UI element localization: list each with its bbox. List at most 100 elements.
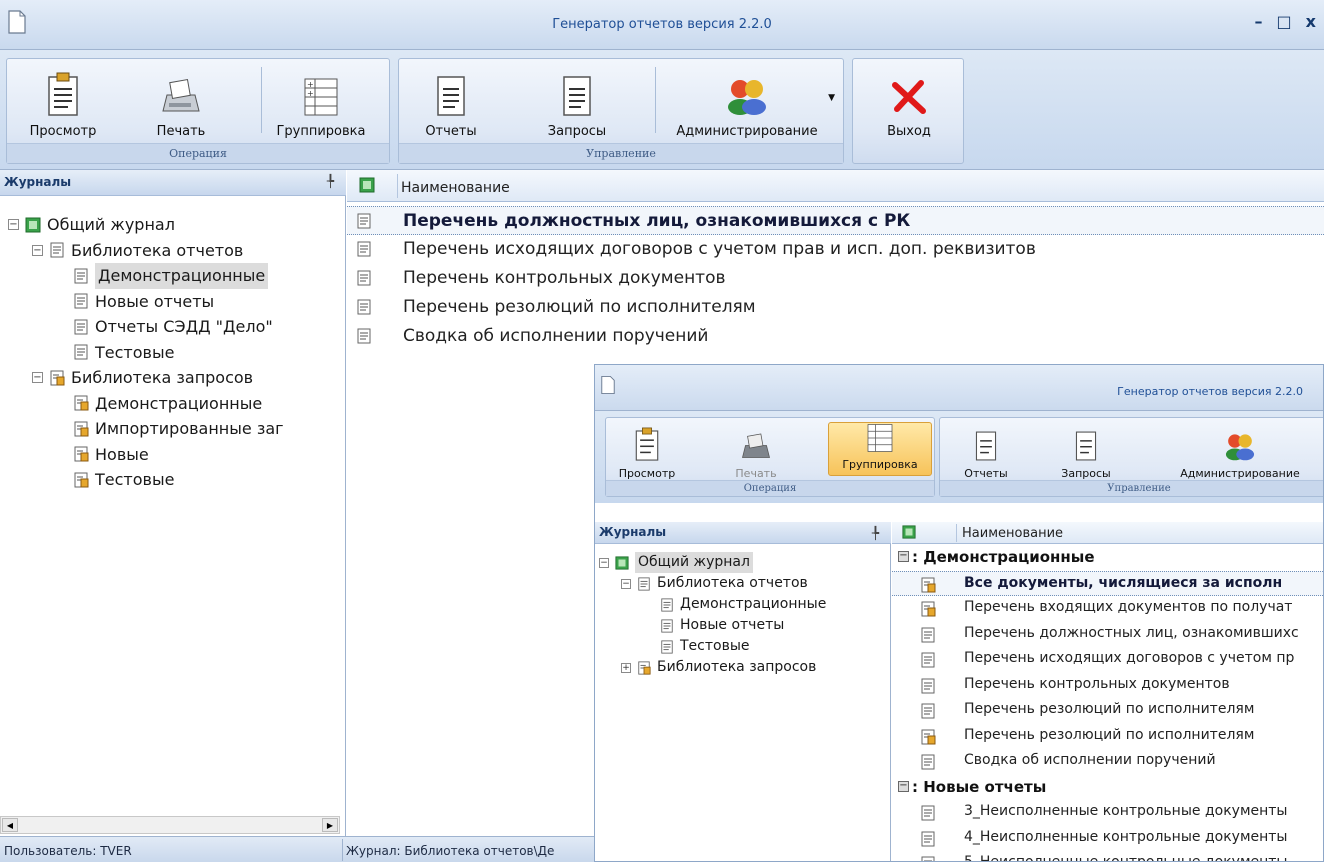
group-row[interactable]: −: Новые отчеты	[892, 775, 1323, 801]
exit-button[interactable]: Выход	[877, 73, 941, 139]
tree-expander-icon[interactable]: −	[8, 219, 19, 231]
preview-icon	[48, 72, 78, 116]
tree-expander-icon[interactable]: −	[32, 372, 43, 384]
report-icon	[921, 805, 935, 821]
journal-icon	[615, 555, 629, 570]
tree-node-label: Демонстрационные	[95, 393, 263, 413]
tree-node-label: Импортированные заг	[95, 419, 284, 438]
report-list: Перечень должностных лиц, ознакомившихся…	[347, 206, 1324, 351]
grouping-button[interactable]: + + Группировка	[265, 67, 377, 139]
nested-name-column-header[interactable]: Наименование	[962, 526, 1063, 541]
maximize-button[interactable]: □	[1277, 12, 1292, 31]
minimize-button[interactable]: –	[1255, 12, 1263, 31]
list-item[interactable]: Все документы, числящиеся за исполн	[892, 570, 1323, 596]
dropdown-arrow-icon[interactable]: ▼	[828, 93, 835, 103]
printer-icon	[162, 78, 200, 112]
nested-journals-pane: Журналы ╄ − Общий журнал − Библиотека отчет…	[595, 522, 891, 861]
list-item[interactable]: Перечень контрольных документов	[347, 264, 1324, 293]
tree-node[interactable]: Импортированные заг	[0, 416, 284, 442]
horizontal-scrollbar[interactable]: ◀ ▶	[0, 816, 340, 834]
list-item[interactable]: Перечень резолюций по исполнителям	[347, 293, 1324, 322]
scroll-left-arrow-icon[interactable]: ◀	[2, 818, 18, 832]
nested-print-button[interactable]: Печать	[728, 424, 784, 480]
list-item-label: Сводка об исполнении поручений	[964, 752, 1216, 768]
report-icon	[50, 242, 64, 258]
tree-node-label: Демонстрационные	[95, 263, 269, 289]
tree-node[interactable]: Демонстрационные	[599, 594, 826, 615]
exit-button-label: Выход	[887, 124, 931, 139]
list-item[interactable]: Перечень резолюций по исполнителям	[892, 698, 1323, 724]
nested-reports-button[interactable]: Отчеты	[958, 424, 1014, 480]
nested-queries-button[interactable]: Запросы	[1058, 424, 1114, 480]
tree-node[interactable]: Тестовые	[599, 636, 826, 657]
tree-node[interactable]: Новые	[0, 442, 284, 468]
administration-button[interactable]: Администрирование ▼	[663, 67, 835, 139]
list-header: Наименование	[347, 170, 1324, 202]
list-item[interactable]: 5_Неисполненные контрольные документы	[892, 851, 1323, 861]
tree-node[interactable]: Тестовые	[0, 340, 284, 366]
list-item-label: Все документы, числящиеся за исполн	[964, 574, 1283, 591]
queries-button[interactable]: Запросы	[545, 67, 609, 139]
collapse-group-icon[interactable]: −	[898, 780, 909, 792]
print-button[interactable]: Печать	[151, 67, 211, 139]
pin-icon[interactable]: ╄	[327, 174, 334, 188]
list-item[interactable]: Сводка об исполнении поручений	[347, 322, 1324, 351]
tree-node-label: Новые	[95, 444, 149, 464]
list-item[interactable]: Перечень входящих документов по получат	[892, 596, 1323, 622]
list-item[interactable]: 4_Неисполненные контрольные документы	[892, 826, 1323, 852]
nested-administration-button[interactable]: Администрирование	[1170, 424, 1310, 480]
list-item[interactable]: Перечень резолюций по исполнителям	[892, 724, 1323, 750]
list-item-label: Перечень резолюций по исполнителям	[403, 297, 756, 317]
ribbon-group-operation: Просмотр Печать + + Группировка Операция	[6, 58, 390, 164]
tree-node-label: Общий журнал	[47, 215, 175, 234]
group-row-label: : Новые отчеты	[912, 777, 1047, 796]
tree-node[interactable]: Демонстрационные	[0, 391, 284, 417]
report-icon	[357, 241, 371, 257]
nested-grouping-button[interactable]: Группировка	[828, 422, 932, 476]
list-item[interactable]: Сводка об исполнении поручений	[892, 749, 1323, 775]
tree-node[interactable]: − Библиотека отчетов	[0, 238, 284, 264]
query-icon	[50, 370, 65, 386]
list-item-label: Перечень исходящих договоров с учетом пр…	[403, 239, 1036, 259]
list-item-label: 3_Неисполненные контрольные документы	[964, 803, 1288, 819]
report-icon	[357, 270, 371, 286]
view-button[interactable]: Просмотр	[25, 67, 101, 139]
tree-node[interactable]: − Библиотека запросов	[0, 365, 284, 391]
list-item[interactable]: 3_Неисполненные контрольные документы	[892, 800, 1323, 826]
journal-column-icon	[902, 525, 916, 539]
nested-title-bar: Генератор отчетов версия 2.2.0	[595, 365, 1323, 411]
tree-node[interactable]: Отчеты СЭДД "Дело"	[0, 314, 284, 340]
tree-expander-icon[interactable]: +	[621, 662, 631, 673]
users-icon	[1225, 434, 1255, 461]
name-column-header[interactable]: Наименование	[401, 180, 510, 196]
ribbon-group-caption: Операция	[7, 143, 389, 163]
tree-node[interactable]: Новые отчеты	[599, 615, 826, 636]
pin-icon[interactable]: ╄	[872, 526, 879, 540]
tree-expander-icon[interactable]: −	[599, 557, 609, 568]
tree-node[interactable]: Новые отчеты	[0, 289, 284, 315]
reports-button[interactable]: Отчеты	[419, 67, 483, 139]
list-item[interactable]: Перечень исходящих договоров с учетом пр…	[347, 235, 1324, 264]
tree-expander-icon[interactable]: −	[32, 244, 43, 256]
close-button[interactable]: x	[1306, 12, 1316, 31]
tree-node-label: Библиотека отчетов	[657, 575, 808, 591]
ribbon-group-management: Отчеты Запросы Администрирование ▼ Управ…	[398, 58, 844, 164]
list-item[interactable]: Перечень исходящих договоров с учетом пр	[892, 647, 1323, 673]
tree-node[interactable]: Тестовые	[0, 467, 284, 493]
tree-node[interactable]: Демонстрационные	[0, 263, 284, 289]
tree-node[interactable]: − Общий журнал	[0, 212, 284, 238]
report-icon	[74, 319, 88, 335]
tree-node[interactable]: − Общий журнал	[599, 552, 826, 573]
tree-node[interactable]: − Библиотека отчетов	[599, 573, 826, 594]
list-item[interactable]: Перечень контрольных документов	[892, 673, 1323, 699]
group-row[interactable]: −: Демонстрационные	[892, 545, 1323, 571]
collapse-group-icon[interactable]: −	[898, 551, 909, 562]
list-item[interactable]: Перечень должностных лиц, ознакомившихс	[892, 622, 1323, 648]
tree-expander-icon[interactable]: −	[621, 578, 631, 589]
scroll-right-arrow-icon[interactable]: ▶	[322, 818, 338, 832]
list-item[interactable]: Перечень должностных лиц, ознакомившихся…	[347, 206, 1324, 235]
tree-node[interactable]: + Библиотека запросов	[599, 657, 826, 678]
report-icon	[921, 856, 935, 861]
nested-view-button[interactable]: Просмотр	[614, 424, 680, 480]
query-icon	[74, 472, 89, 488]
